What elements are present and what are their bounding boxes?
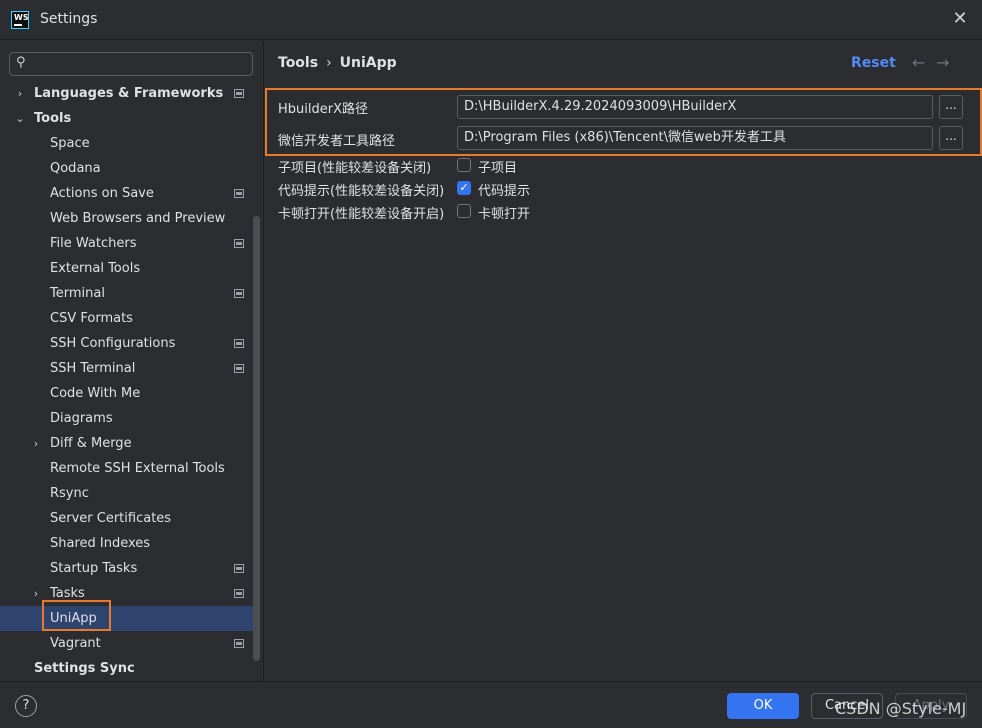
search-icon: ⚲ (16, 55, 26, 70)
project-scope-icon (234, 189, 244, 198)
sidebar-scrollbar[interactable] (253, 216, 260, 661)
sidebar-item-actions-on-save[interactable]: Actions on Save (0, 181, 260, 206)
wechat-devtools-browse-button[interactable]: ... (939, 126, 963, 150)
breadcrumb-current: UniApp (339, 55, 397, 71)
sidebar-item-languages-frameworks[interactable]: › Languages & Frameworks (0, 81, 260, 106)
sidebar-item-label: Settings Sync (34, 661, 135, 676)
search-box[interactable]: ⚲ (9, 52, 253, 76)
sidebar-item-terminal[interactable]: Terminal (0, 281, 260, 306)
logo-text: WS (14, 13, 29, 22)
settings-sidebar: ⚲ › Languages & Frameworks ⌄ Tools Space… (0, 41, 264, 681)
wechat-devtools-path-label: 微信开发者工具路径 (278, 134, 396, 149)
project-scope-icon (234, 239, 244, 248)
sidebar-item-label: SSH Terminal (50, 361, 136, 376)
sidebar-item-label: Vagrant (50, 636, 101, 651)
sidebar-item-settings-sync[interactable]: Settings Sync (0, 656, 260, 681)
window-title: Settings (40, 11, 98, 27)
sidebar-item-shared-indexes[interactable]: Shared Indexes (0, 531, 260, 556)
sidebar-item-label: Web Browsers and Preview (50, 211, 226, 226)
sidebar-item-label: Startup Tasks (50, 561, 138, 576)
sidebar-item-label: Diagrams (50, 411, 113, 426)
sidebar-item-label: Terminal (50, 286, 105, 301)
chevron-right-icon[interactable]: › (30, 431, 42, 456)
sidebar-item-label: SSH Configurations (50, 336, 176, 351)
reset-link[interactable]: Reset (851, 55, 896, 71)
breadcrumb-parent[interactable]: Tools (278, 55, 318, 71)
sidebar-item-label: CSV Formats (50, 311, 133, 326)
breadcrumb-separator: › (326, 55, 332, 71)
sidebar-item-code-with-me[interactable]: Code With Me (0, 381, 260, 406)
sidebar-item-label: Server Certificates (50, 511, 172, 526)
hbuilderx-browse-button[interactable]: ... (939, 95, 963, 119)
sidebar-item-label: Rsync (50, 486, 89, 501)
sidebar-item-label: Qodana (50, 161, 101, 176)
subproject-option-label: 子项目(性能较差设备关闭) (278, 161, 432, 176)
sidebar-item-ssh-configurations[interactable]: SSH Configurations (0, 331, 260, 356)
sidebar-item-label: Space (50, 136, 90, 151)
sidebar-item-web-browsers[interactable]: Web Browsers and Preview (0, 206, 260, 231)
chevron-down-icon[interactable]: ⌄ (14, 106, 26, 131)
close-icon[interactable]: ✕ (950, 8, 970, 30)
sidebar-item-tools[interactable]: ⌄ Tools (0, 106, 260, 131)
lag-open-checkbox-label[interactable]: 卡顿打开 (478, 203, 530, 222)
hbuilderx-path-input[interactable]: D:\HBuilderX.4.29.2024093009\HBuilderX (457, 95, 933, 119)
project-scope-icon (234, 89, 244, 98)
sidebar-item-diagrams[interactable]: Diagrams (0, 406, 260, 431)
sidebar-item-label: Remote SSH External Tools (50, 461, 225, 476)
sidebar-item-uniapp[interactable]: UniApp (0, 606, 260, 631)
sidebar-item-label: File Watchers (50, 236, 137, 251)
watermark-text: CSDN @Style-MJ (835, 699, 967, 718)
subproject-checkbox-label[interactable]: 子项目 (478, 157, 517, 176)
lag-open-checkbox[interactable] (457, 204, 471, 218)
breadcrumb: Tools › UniApp (278, 55, 397, 71)
hbuilderx-path-label: HbuilderX路径 (278, 102, 368, 117)
sidebar-item-file-watchers[interactable]: File Watchers (0, 231, 260, 256)
project-scope-icon (234, 339, 244, 348)
project-scope-icon (234, 639, 244, 648)
sidebar-item-csv-formats[interactable]: CSV Formats (0, 306, 260, 331)
project-scope-icon (234, 364, 244, 373)
webstorm-logo-icon: WS (11, 11, 29, 29)
chevron-right-icon[interactable]: › (30, 581, 42, 606)
sidebar-item-space[interactable]: Space (0, 131, 260, 156)
code-hint-checkbox-label[interactable]: 代码提示 (478, 180, 530, 199)
search-input[interactable] (36, 55, 246, 73)
sidebar-item-diff-merge[interactable]: › Diff & Merge (0, 431, 260, 456)
project-scope-icon (234, 564, 244, 573)
help-icon[interactable]: ? (15, 695, 37, 717)
settings-content: Tools › UniApp Reset ← → HbuilderX路径 D:\HB… (265, 41, 982, 681)
sidebar-item-label: Languages & Frameworks (34, 86, 224, 101)
sidebar-item-external-tools[interactable]: External Tools (0, 256, 260, 281)
code-hint-checkbox[interactable]: ✓ (457, 181, 471, 195)
sidebar-item-label: Shared Indexes (50, 536, 151, 551)
project-scope-icon (234, 589, 244, 598)
code-hint-option-label: 代码提示(性能较差设备关闭) (278, 184, 445, 199)
title-bar: WS Settings ✕ (0, 0, 982, 40)
back-arrow-icon[interactable]: ← (912, 53, 925, 72)
sidebar-item-tasks[interactable]: › Tasks (0, 581, 260, 606)
forward-arrow-icon[interactable]: → (936, 53, 949, 72)
sidebar-item-remote-ssh-tools[interactable]: Remote SSH External Tools (0, 456, 260, 481)
sidebar-item-label: Code With Me (50, 386, 141, 401)
wechat-devtools-path-input[interactable]: D:\Program Files (x86)\Tencent\微信web开发者工… (457, 126, 933, 150)
project-scope-icon (234, 289, 244, 298)
subproject-checkbox[interactable] (457, 158, 471, 172)
sidebar-item-ssh-terminal[interactable]: SSH Terminal (0, 356, 260, 381)
sidebar-item-label: Diff & Merge (50, 436, 132, 451)
chevron-right-icon[interactable]: › (14, 81, 26, 106)
sidebar-item-startup-tasks[interactable]: Startup Tasks (0, 556, 260, 581)
ok-button[interactable]: OK (727, 693, 799, 719)
sidebar-item-label: Tools (34, 111, 72, 126)
lag-open-option-label: 卡顿打开(性能较差设备开启) (278, 207, 445, 222)
annotation-highlight-uniapp (42, 600, 111, 631)
sidebar-item-rsync[interactable]: Rsync (0, 481, 260, 506)
sidebar-item-label: External Tools (50, 261, 141, 276)
sidebar-item-label: Actions on Save (50, 186, 154, 201)
sidebar-item-vagrant[interactable]: Vagrant (0, 631, 260, 656)
sidebar-item-qodana[interactable]: Qodana (0, 156, 260, 181)
sidebar-item-server-certificates[interactable]: Server Certificates (0, 506, 260, 531)
